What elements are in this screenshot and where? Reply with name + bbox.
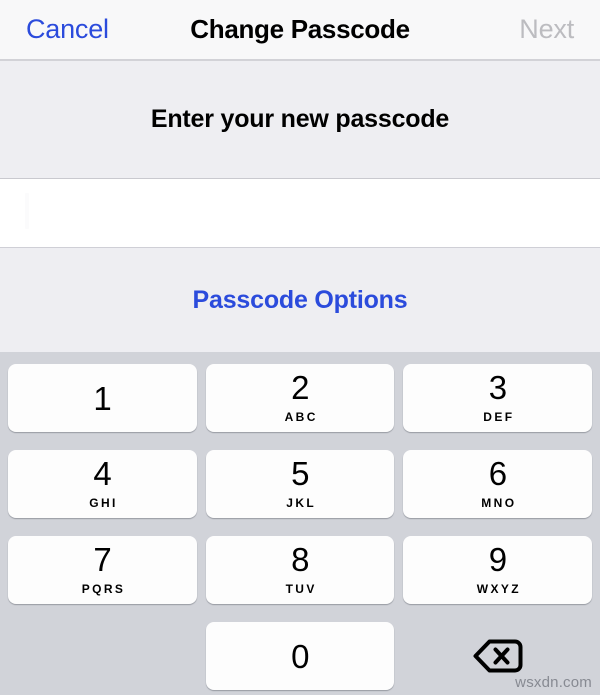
keypad-grid: 1 2 ABC 3 DEF 4 GHI 5 JKL 6 MNO 7 PQRS 8… [0, 352, 600, 695]
keypad-blank-cell [8, 622, 197, 690]
key-letters: JKL [286, 496, 317, 510]
keypad-key-1[interactable]: 1 [8, 364, 197, 432]
key-digit: 4 [93, 455, 112, 492]
keypad-key-3[interactable]: 3 DEF [403, 364, 592, 432]
key-digit: 9 [488, 541, 507, 578]
keypad-key-0[interactable]: 0 [205, 622, 395, 690]
key-letters: ABC [284, 410, 318, 424]
key-digit: 0 [291, 637, 309, 675]
backspace-icon [471, 636, 525, 676]
key-digit: 5 [291, 455, 309, 492]
key-letters: TUV [285, 582, 317, 596]
cancel-button[interactable]: Cancel [26, 14, 109, 45]
key-digit: 7 [93, 541, 112, 578]
keypad-key-8[interactable]: 8 TUV [205, 536, 395, 604]
keypad-key-9[interactable]: 9 WXYZ [403, 536, 592, 604]
key-digit: 6 [488, 455, 507, 492]
keypad-key-7[interactable]: 7 PQRS [8, 536, 197, 604]
key-letters: PQRS [81, 582, 126, 596]
passcode-options-button[interactable]: Passcode Options [193, 286, 408, 315]
key-letters: GHI [89, 496, 118, 510]
page-title: Change Passcode [190, 14, 410, 44]
keypad-key-4[interactable]: 4 GHI [8, 450, 197, 518]
change-passcode-screen: Cancel Change Passcode Next Enter your n… [0, 0, 600, 695]
key-digit: 3 [488, 369, 507, 406]
key-digit: 1 [93, 379, 112, 417]
key-letters: WXYZ [476, 582, 521, 596]
navigation-bar: Cancel Change Passcode Next [0, 0, 600, 61]
keypad-key-2[interactable]: 2 ABC [205, 364, 395, 432]
numeric-keypad: 1 2 ABC 3 DEF 4 GHI 5 JKL 6 MNO 7 PQRS 8… [0, 352, 600, 695]
key-letters: MNO [481, 496, 517, 510]
prompt-text: Enter your new passcode [150, 105, 450, 133]
key-digit: 2 [291, 369, 309, 406]
keypad-key-5[interactable]: 5 JKL [205, 450, 395, 518]
text-caret [25, 193, 29, 229]
prompt-area: Enter your new passcode [0, 61, 600, 179]
keypad-key-6[interactable]: 6 MNO [403, 450, 592, 518]
key-letters: DEF [483, 410, 515, 424]
key-digit: 8 [291, 541, 309, 578]
passcode-input[interactable] [0, 179, 600, 248]
watermark: wsxdn.com [515, 674, 592, 691]
next-button[interactable]: Next [519, 14, 574, 45]
passcode-options-area: Passcode Options [0, 248, 600, 352]
